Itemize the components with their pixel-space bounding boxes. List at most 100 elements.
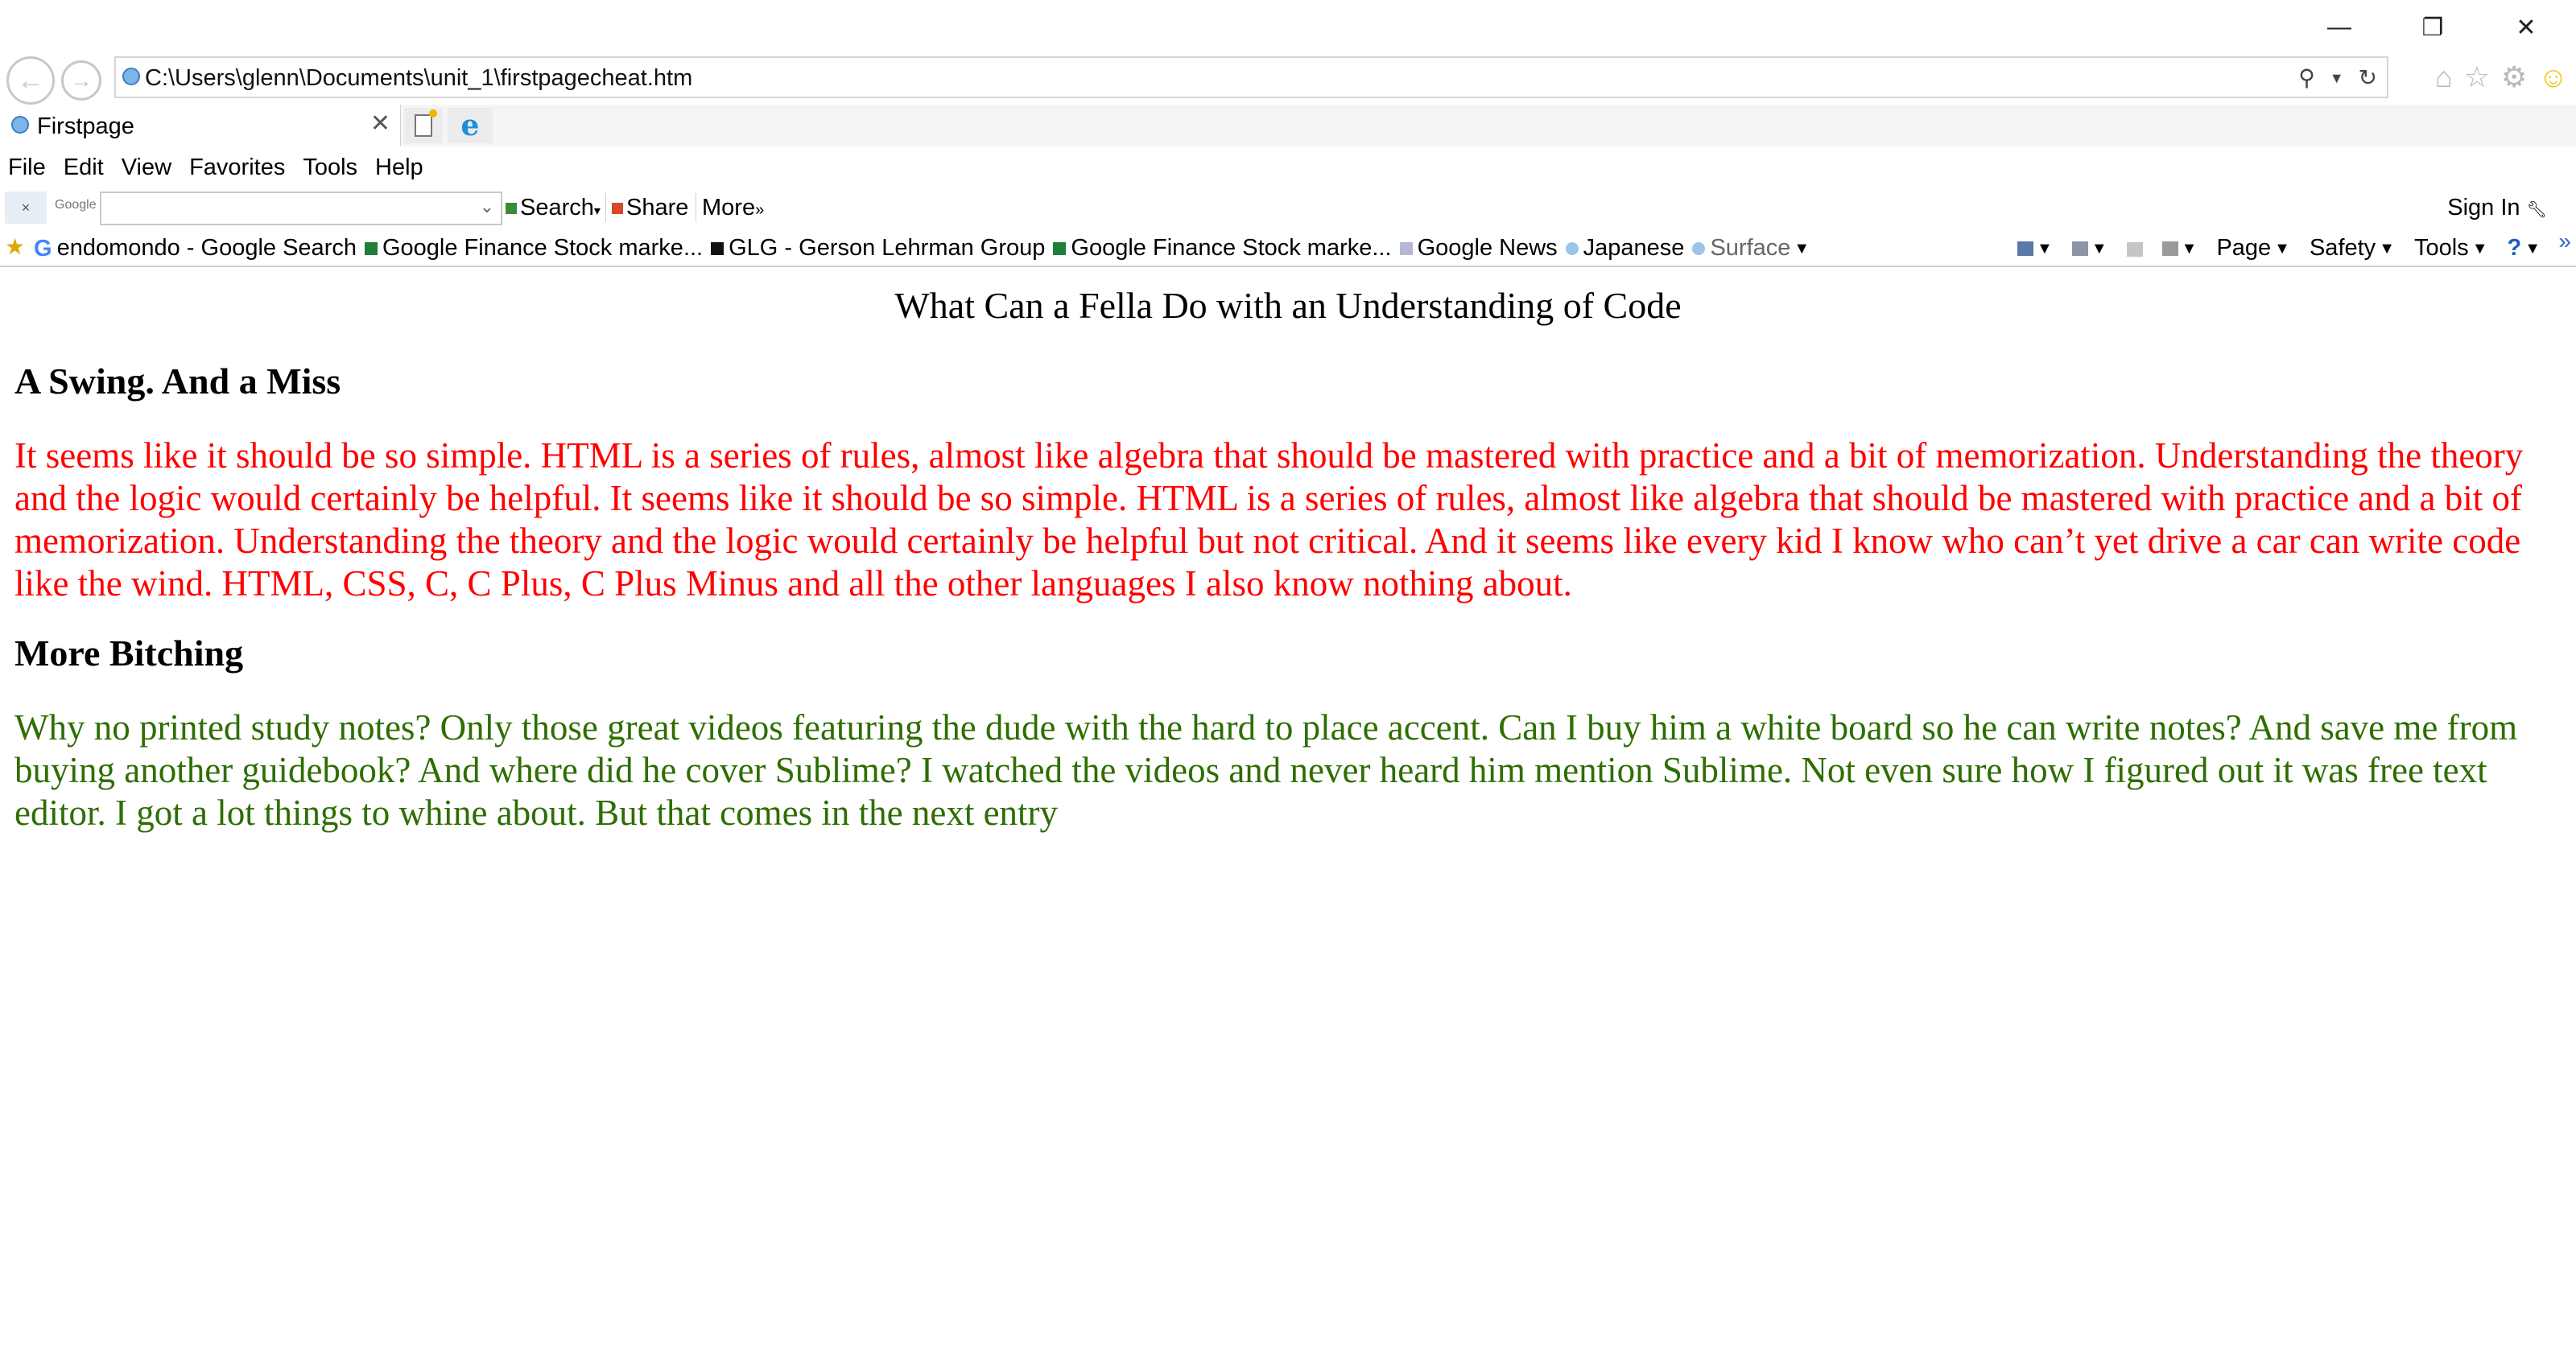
google-icon: G bbox=[34, 236, 52, 262]
tab-strip: Firstpage ✕ e bbox=[0, 105, 2576, 146]
tab-firstpage[interactable]: Firstpage ✕ bbox=[0, 105, 401, 146]
tools-menu[interactable]: Tools ▼ bbox=[2414, 232, 2488, 265]
forward-button[interactable]: → bbox=[61, 60, 101, 101]
menu-view[interactable]: View bbox=[122, 150, 171, 185]
paragraph-red: It seems like it should be so simple. HT… bbox=[14, 435, 2524, 604]
favorite-item[interactable]: Japanese bbox=[1565, 232, 1684, 265]
safety-label: Safety bbox=[2309, 235, 2376, 261]
title-bar: — ❐ ✕ ← → C:\Users\glenn\Documents\unit_… bbox=[0, 0, 2576, 105]
ie-page-icon bbox=[11, 116, 29, 134]
page-favicon-icon bbox=[122, 68, 140, 85]
toolbar-close-button[interactable]: × bbox=[5, 192, 47, 224]
news-icon bbox=[1399, 242, 1413, 256]
command-bar: ▼ ▼ ▼ Page ▼ Safety ▼ Tools ▼ ? ▼ bbox=[2017, 232, 2541, 265]
print-button[interactable]: ▼ bbox=[2161, 232, 2198, 265]
menu-tools[interactable]: Tools bbox=[303, 150, 357, 185]
favorite-label: Surface bbox=[1710, 235, 1791, 261]
favorite-item[interactable]: Google Finance Stock marke... bbox=[364, 232, 703, 265]
chevron-down-icon[interactable]: ⌄ bbox=[480, 196, 494, 217]
help-button[interactable]: ? ▼ bbox=[2507, 232, 2541, 265]
menu-favorites[interactable]: Favorites bbox=[189, 150, 285, 185]
chevron-down-icon: ▼ bbox=[2037, 240, 2053, 258]
home-icon[interactable]: ⌂ bbox=[2435, 60, 2453, 95]
finance-icon bbox=[364, 242, 378, 256]
favorite-item[interactable]: GLG - Gerson Lehrman Group bbox=[711, 232, 1045, 265]
menu-file[interactable]: File bbox=[8, 150, 46, 185]
favorite-item[interactable]: Google Finance Stock marke... bbox=[1053, 232, 1392, 265]
page-menu[interactable]: Page ▼ bbox=[2216, 232, 2290, 265]
home-icon bbox=[2017, 241, 2034, 257]
forward-arrow-icon: → bbox=[70, 68, 93, 93]
google-search-button[interactable]: Search▾ bbox=[506, 192, 601, 228]
favorite-label: Google News bbox=[1417, 235, 1558, 261]
favorites-star-icon[interactable]: ★ bbox=[5, 233, 25, 260]
restore-icon: ❐ bbox=[2421, 14, 2444, 41]
google-logo: Google bbox=[55, 198, 97, 212]
chevron-down-icon: ▼ bbox=[2524, 240, 2541, 258]
page-content: What Can a Fella Do with an Understandin… bbox=[14, 270, 2562, 834]
share-button[interactable]: Share bbox=[612, 192, 688, 224]
help-icon: ? bbox=[2507, 235, 2522, 261]
sign-in-label: Sign In bbox=[2447, 195, 2520, 220]
favorite-item[interactable]: Gendomondo - Google Search bbox=[34, 232, 357, 265]
address-bar[interactable]: C:\Users\glenn\Documents\unit_1\firstpag… bbox=[114, 56, 2388, 98]
restore-button[interactable]: ❐ bbox=[2396, 11, 2470, 43]
share-label: Share bbox=[626, 195, 689, 220]
safety-menu[interactable]: Safety ▼ bbox=[2310, 232, 2395, 265]
rss-icon bbox=[2071, 241, 2088, 257]
chevron-down-icon: ▼ bbox=[2091, 240, 2107, 258]
favorites-star-icon[interactable]: ☆ bbox=[2464, 60, 2490, 95]
dropdown-icon[interactable]: ▼ bbox=[2330, 63, 2344, 93]
minimize-button[interactable]: — bbox=[2302, 11, 2376, 43]
favorite-item[interactable]: Google News bbox=[1399, 232, 1558, 265]
menu-bar: File Edit View Favorites Tools Help bbox=[0, 150, 423, 185]
refresh-icon[interactable]: ↻ bbox=[2359, 63, 2377, 93]
menu-edit[interactable]: Edit bbox=[64, 150, 104, 185]
browser-icons: ⌂ ☆ ⚙ ☺ bbox=[2435, 60, 2568, 95]
ie-logo-icon[interactable]: e bbox=[448, 108, 493, 143]
new-tab-button[interactable] bbox=[404, 108, 443, 143]
share-icon bbox=[612, 203, 623, 215]
address-url[interactable]: C:\Users\glenn\Documents\unit_1\firstpag… bbox=[145, 63, 692, 93]
google-toolbar: × Google ⌄ Search▾ Share More» Sign In 🔧… bbox=[0, 188, 2576, 227]
feedback-smiley-icon[interactable]: ☺ bbox=[2538, 60, 2568, 95]
ie-page-icon bbox=[1692, 242, 1706, 256]
back-button[interactable]: ← bbox=[6, 56, 55, 105]
feeds-button[interactable]: ▼ bbox=[2071, 232, 2107, 265]
favorites-list: Gendomondo - Google Search Google Financ… bbox=[34, 232, 1810, 265]
finance-icon bbox=[1053, 242, 1067, 256]
favorite-label: endomondo - Google Search bbox=[56, 235, 357, 261]
home-button[interactable]: ▼ bbox=[2017, 232, 2053, 265]
page-label: Page bbox=[2216, 235, 2272, 261]
ie-page-icon bbox=[1565, 242, 1579, 256]
chevron-down-icon: ▼ bbox=[2379, 240, 2395, 258]
section-heading-swing: A Swing. And a Miss bbox=[14, 361, 341, 402]
favorite-item[interactable]: Surface ▼ bbox=[1692, 232, 1810, 265]
mail-icon bbox=[2126, 242, 2143, 258]
google-search-icon bbox=[506, 203, 517, 215]
more-label: More bbox=[702, 195, 756, 220]
sign-in-button[interactable]: Sign In 🔧︎ bbox=[2447, 192, 2547, 226]
overflow-chevron-icon[interactable]: » bbox=[2558, 229, 2571, 254]
tab-label: Firstpage bbox=[37, 113, 134, 139]
wrench-icon[interactable]: 🔧︎ bbox=[2527, 201, 2547, 219]
chevron-down-icon: ▼ bbox=[2274, 240, 2290, 258]
close-icon: ✕ bbox=[2516, 14, 2537, 41]
glg-icon bbox=[711, 242, 724, 256]
favorite-label: GLG - Gerson Lehrman Group bbox=[729, 235, 1046, 261]
chevron-down-icon: ▼ bbox=[1794, 240, 1810, 258]
close-window-button[interactable]: ✕ bbox=[2489, 11, 2563, 43]
settings-gear-icon[interactable]: ⚙ bbox=[2501, 60, 2527, 95]
address-tools: ⚲ ▼ ↻ bbox=[2298, 63, 2377, 93]
close-tab-icon[interactable]: ✕ bbox=[370, 109, 390, 138]
menu-help[interactable]: Help bbox=[375, 150, 423, 185]
page-title: What Can a Fella Do with an Understandin… bbox=[894, 285, 1682, 326]
back-arrow-icon: ← bbox=[17, 64, 44, 96]
google-search-input[interactable]: ⌄ bbox=[100, 192, 502, 225]
new-tab-icon bbox=[415, 109, 437, 137]
search-icon[interactable]: ⚲ bbox=[2298, 63, 2315, 93]
chevron-down-icon: ▼ bbox=[2181, 240, 2198, 258]
mail-button[interactable] bbox=[2126, 233, 2143, 265]
search-label: Search bbox=[520, 195, 594, 220]
more-button[interactable]: More» bbox=[702, 192, 764, 226]
